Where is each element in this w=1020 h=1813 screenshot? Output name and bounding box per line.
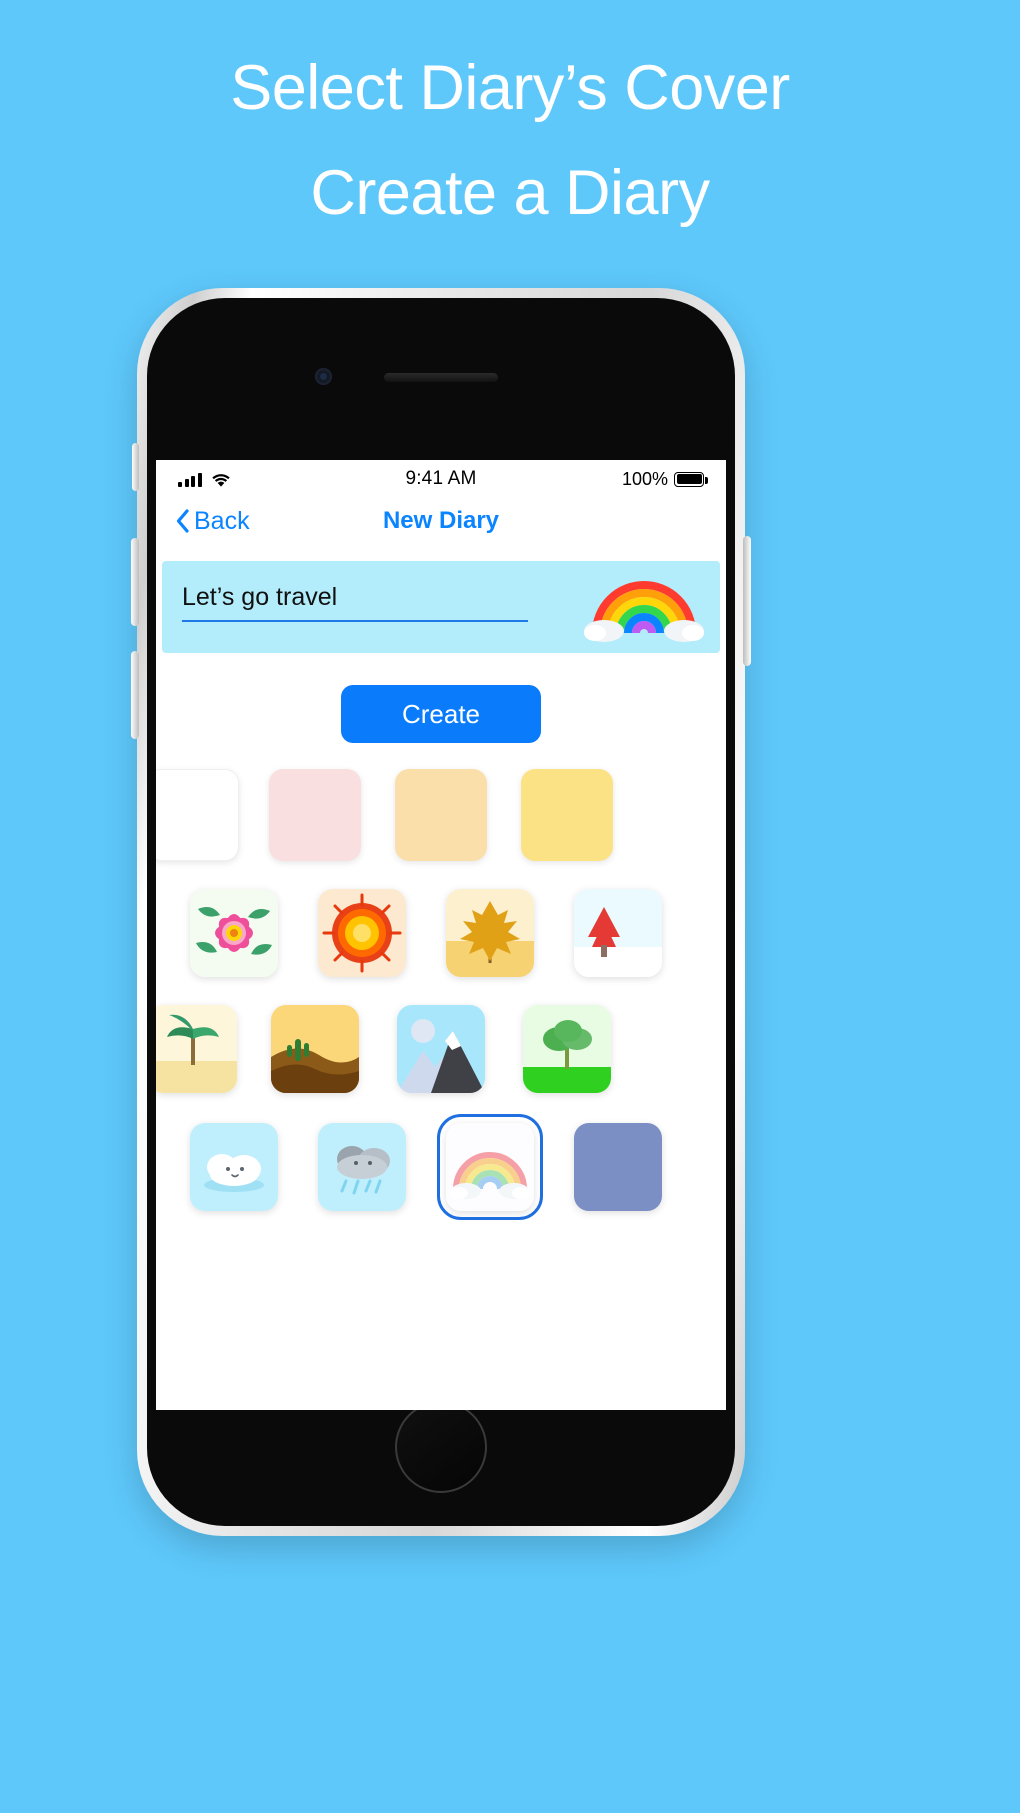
create-button[interactable]: Create xyxy=(341,685,541,743)
beach-palm-icon xyxy=(156,1005,237,1093)
spring-flower-icon xyxy=(190,889,278,977)
volume-down-button[interactable] xyxy=(131,651,139,739)
promo-headline-line2: Create a Diary xyxy=(310,158,710,228)
cover-swatch-pink[interactable] xyxy=(252,769,378,861)
volume-up-button[interactable] xyxy=(131,538,139,626)
cover-places-row xyxy=(156,1005,726,1093)
cloud-icon xyxy=(190,1123,278,1211)
cover-weather-row xyxy=(156,1114,726,1220)
cover-color-row xyxy=(156,769,726,861)
battery-full-icon xyxy=(674,471,708,487)
silence-switch[interactable] xyxy=(132,443,139,491)
page-title: New Diary xyxy=(382,507,500,534)
cover-seasons-row xyxy=(156,889,726,977)
diary-title-input[interactable] xyxy=(182,583,528,622)
cover-thumb-mountain[interactable] xyxy=(378,1005,504,1093)
mountain-icon xyxy=(397,1005,485,1093)
status-bar: 9:41 AM 100% xyxy=(156,460,726,498)
cover-thumb-desert[interactable] xyxy=(252,1005,378,1093)
swatch-color xyxy=(156,769,239,861)
earpiece-speaker xyxy=(384,373,498,382)
swatch-color xyxy=(269,769,361,861)
cover-swatch-white[interactable] xyxy=(156,769,252,861)
iphone-device-frame: 9:41 AM 100% Back New Diary Let’s go tra… xyxy=(131,288,751,1536)
autumn-leaf-icon xyxy=(446,889,534,977)
cover-thumb-maple[interactable] xyxy=(426,889,554,977)
cover-thumb-flower[interactable] xyxy=(170,889,298,977)
promo-headline: Select Diary’s Cover Create a Diary xyxy=(0,36,1020,246)
cover-thumb-snow-tree[interactable] xyxy=(554,889,682,977)
night-icon xyxy=(574,1123,662,1211)
desert-cactus-icon xyxy=(271,1005,359,1093)
promo-headline-line1: Select Diary’s Cover xyxy=(230,53,790,123)
rainbow-icon xyxy=(437,1114,543,1220)
iphone-bezel: 9:41 AM 100% Back New Diary Let’s go tra… xyxy=(147,298,735,1526)
cover-thumb-night[interactable] xyxy=(554,1123,682,1211)
cover-thumb-rain[interactable] xyxy=(298,1123,426,1211)
home-button[interactable] xyxy=(395,1401,487,1493)
diary-title-card xyxy=(162,561,720,653)
summer-sun-icon xyxy=(318,889,406,977)
tree-field-icon xyxy=(523,1005,611,1093)
cover-swatch-yellow[interactable] xyxy=(504,769,630,861)
cover-thumb-sun[interactable] xyxy=(298,889,426,977)
swatch-color xyxy=(395,769,487,861)
swatch-color xyxy=(521,769,613,861)
rainbow-icon xyxy=(582,569,706,645)
cover-thumb-rainbow[interactable] xyxy=(426,1114,554,1220)
navigation-bar: Back New Diary xyxy=(156,498,726,544)
front-camera-icon xyxy=(315,368,332,385)
cover-thumb-cloud[interactable] xyxy=(170,1123,298,1211)
create-button-row: Create xyxy=(156,685,726,743)
app-screen: 9:41 AM 100% Back New Diary Let’s go tra… xyxy=(156,460,726,1410)
winter-tree-icon xyxy=(574,889,662,977)
power-button[interactable] xyxy=(743,536,751,666)
cover-swatch-peach[interactable] xyxy=(378,769,504,861)
rain-cloud-icon xyxy=(318,1123,406,1211)
cover-thumb-beach[interactable] xyxy=(156,1005,252,1093)
cover-thumb-tree-field[interactable] xyxy=(504,1005,630,1093)
status-bar-clock: 9:41 AM xyxy=(405,468,477,489)
